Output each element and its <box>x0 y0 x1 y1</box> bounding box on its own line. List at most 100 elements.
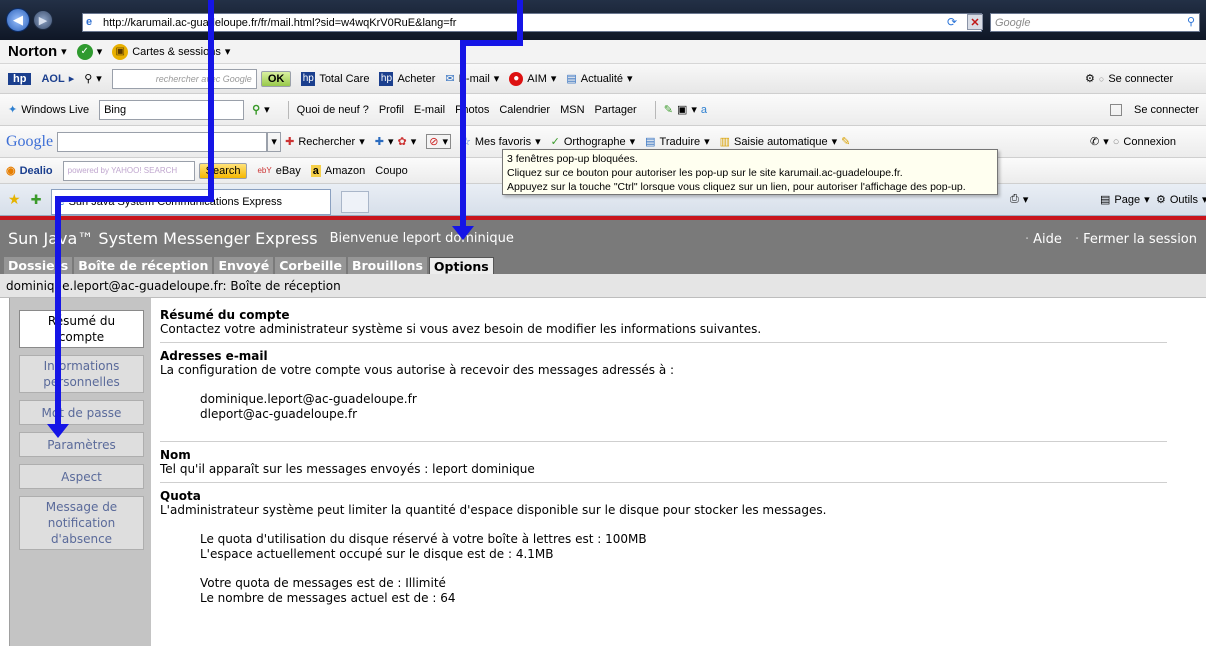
nav-appearance[interactable]: Aspect <box>19 464 144 489</box>
wl-link-msn[interactable]: MSN <box>560 104 584 116</box>
print-button[interactable]: ⎙ ▾ <box>1010 193 1028 206</box>
norton-status[interactable]: ✓ ▾ <box>76 43 102 60</box>
url-field[interactable]: e http://karumail.ac-guadeloupe.fr/fr/ma… <box>82 13 982 32</box>
tooltip-line: 3 fenêtres pop-up bloquées. <box>507 153 638 165</box>
acheter-button[interactable]: hp Acheter <box>379 71 435 86</box>
amazon-link[interactable]: a Amazon <box>310 164 365 177</box>
coupons-link[interactable]: Coupo <box>375 165 407 177</box>
highlight-icon: ✎ <box>663 104 673 116</box>
ebay-icon: ebY <box>257 166 272 175</box>
dealio-search-input[interactable]: powered by YAHOO! SEARCH <box>62 160 195 181</box>
nav-away-message[interactable]: Message de notification d'absence <box>19 496 144 550</box>
google-rechercher-button[interactable]: ✚ Rechercher ▾ <box>285 135 365 149</box>
app-tab-bar: Dossiers Boîte de réception Envoyé Corbe… <box>0 256 1206 274</box>
tab-envoye[interactable]: Envoyé <box>214 257 274 274</box>
wl-tools[interactable]: ✎ ▣ ▾ a <box>663 103 707 117</box>
bing-search-button[interactable]: ⚲ ▾ <box>252 103 270 116</box>
norton-menu[interactable]: Norton ▾ <box>8 43 67 60</box>
search-icon[interactable]: ⚲ <box>1187 15 1195 28</box>
google-search-dropdown[interactable]: ▾ <box>267 131 282 152</box>
tooltip-line: Cliquez sur ce bouton pour autoriser les… <box>507 167 903 179</box>
aol-search-input[interactable]: rechercher avec Google <box>111 68 257 89</box>
aol-label: AOL <box>41 72 65 85</box>
favorites-star-icon[interactable]: ★ <box>8 191 21 208</box>
spellcheck-icon: ✓ <box>550 136 560 148</box>
actualite-button[interactable]: ▤ Actualité ▾ <box>566 72 632 86</box>
logout-link[interactable]: · Fermer la session <box>1075 232 1197 247</box>
popup-blocker-button[interactable]: ⊘ ▾ <box>426 134 451 149</box>
google-saisie-button[interactable]: ▥ Saisie automatique ▾ ✎ <box>720 135 851 149</box>
dropdown-arrow-icon: ▾ <box>1103 136 1109 148</box>
ok-label: OK <box>267 72 285 85</box>
options-sidebar: Résumé du compte Informations personnell… <box>9 298 151 646</box>
nav-account-summary[interactable]: Résumé du compte <box>19 310 144 348</box>
hp-button[interactable]: hp <box>8 72 32 85</box>
tab-corbeille[interactable]: Corbeille <box>275 257 346 274</box>
google-traduire-button[interactable]: ▤ Traduire ▾ <box>645 135 710 149</box>
new-tab-button[interactable] <box>341 190 370 213</box>
annotation-arrow <box>460 40 466 228</box>
total-care-button[interactable]: hp Total Care <box>301 71 370 86</box>
check-icon: ✓ <box>76 43 93 60</box>
refresh-icon[interactable]: ⟳ <box>947 15 957 29</box>
add-favorite-icon[interactable]: ✚ <box>31 192 42 208</box>
popup-blocked-icon: ⊘ <box>429 136 439 148</box>
google-connexion-button[interactable]: ✆ ▾ ○ Connexion <box>1090 135 1176 149</box>
google-favoris-button[interactable]: ☆Mes favoris▾ <box>461 135 541 149</box>
wl-connect-button[interactable]: Se connecter <box>1110 103 1199 116</box>
dealio-search-button[interactable]: Search <box>198 162 248 179</box>
tab-brouillons[interactable]: Brouillons <box>347 257 427 274</box>
name-title: Nom <box>160 448 191 462</box>
back-button[interactable]: ◀ <box>6 8 30 32</box>
aol-search-menu[interactable]: ⚲ ▾ <box>84 72 102 85</box>
aol-button[interactable]: AOL ▸ <box>41 72 74 86</box>
page-icon: ▤ <box>1100 194 1111 206</box>
google-search-input[interactable] <box>57 131 268 152</box>
nav-password[interactable]: Mot de passe <box>19 400 144 425</box>
wl-link-profil[interactable]: Profil <box>379 104 404 116</box>
dropdown-arrow-icon: ▾ <box>1022 194 1029 206</box>
windows-live-icon: ✦ <box>8 104 18 116</box>
help-link[interactable]: · Aide <box>1025 232 1062 247</box>
ebay-link[interactable]: ebY eBay <box>257 165 300 177</box>
wl-link-email[interactable]: E-mail <box>414 104 445 116</box>
google-traduire-label: Traduire <box>659 135 701 148</box>
browser-search-input[interactable]: Google ⚲ <box>990 13 1200 32</box>
nav-settings[interactable]: Paramètres <box>19 432 144 457</box>
aim-icon: ● <box>509 71 524 86</box>
tools-menu[interactable]: ⚙Outils ▾ <box>1156 193 1206 207</box>
google-rechercher-label: Rechercher <box>298 135 356 148</box>
search-icon: ⚲ <box>84 73 93 85</box>
tab-inbox[interactable]: Boîte de réception <box>74 257 213 274</box>
wl-link-partager[interactable]: Partager <box>595 104 637 116</box>
pencil-icon: ✎ <box>841 136 851 148</box>
google-misc-buttons[interactable]: ✚ ▾ ✿ ▾ <box>375 135 417 148</box>
aol-connect-button[interactable]: ⚙ ○ Se connecter <box>1085 72 1173 86</box>
ie-page-icon: e <box>86 16 93 28</box>
bing-search-input[interactable]: Bing <box>99 99 245 120</box>
annotation-arrow-head <box>47 424 69 438</box>
nav-label: Paramètres <box>47 437 116 452</box>
stop-icon[interactable]: ✕ <box>967 14 983 30</box>
dealio-brand[interactable]: ◉ Dealio <box>6 164 53 178</box>
wl-link-calendrier[interactable]: Calendrier <box>499 104 550 116</box>
actualite-label: Actualité <box>580 72 623 85</box>
forward-button[interactable]: ▶ <box>33 10 53 30</box>
aol-email-button[interactable]: ✉ E-mail ▾ <box>445 72 499 86</box>
annotation-arrow <box>460 40 523 46</box>
page-menu[interactable]: ▤ Page ▾ <box>1100 193 1150 207</box>
windows-live-brand[interactable]: ✦ Windows Live <box>8 103 89 117</box>
aim-button[interactable]: ● AIM ▾ <box>509 71 556 86</box>
search-go-icon: ⚲ <box>252 104 261 116</box>
aol-ok-button[interactable]: OK <box>260 70 292 87</box>
google-orthographe-button[interactable]: ✓ Orthographe ▾ <box>550 135 636 149</box>
nav-personal-info[interactable]: Informations personnelles <box>19 355 144 393</box>
wl-link-whats-new[interactable]: Quoi de neuf ? <box>297 104 369 116</box>
tab-dossiers[interactable]: Dossiers <box>4 257 73 274</box>
tab-options[interactable]: Options <box>428 257 494 274</box>
bullet-icon: · <box>1075 232 1080 247</box>
total-care-label: Total Care <box>319 72 370 85</box>
status-dot-icon: ○ <box>1112 135 1120 148</box>
email-text: La configuration de votre compte vous au… <box>160 363 675 377</box>
dropdown-arrow-icon: ▾ <box>691 104 697 116</box>
